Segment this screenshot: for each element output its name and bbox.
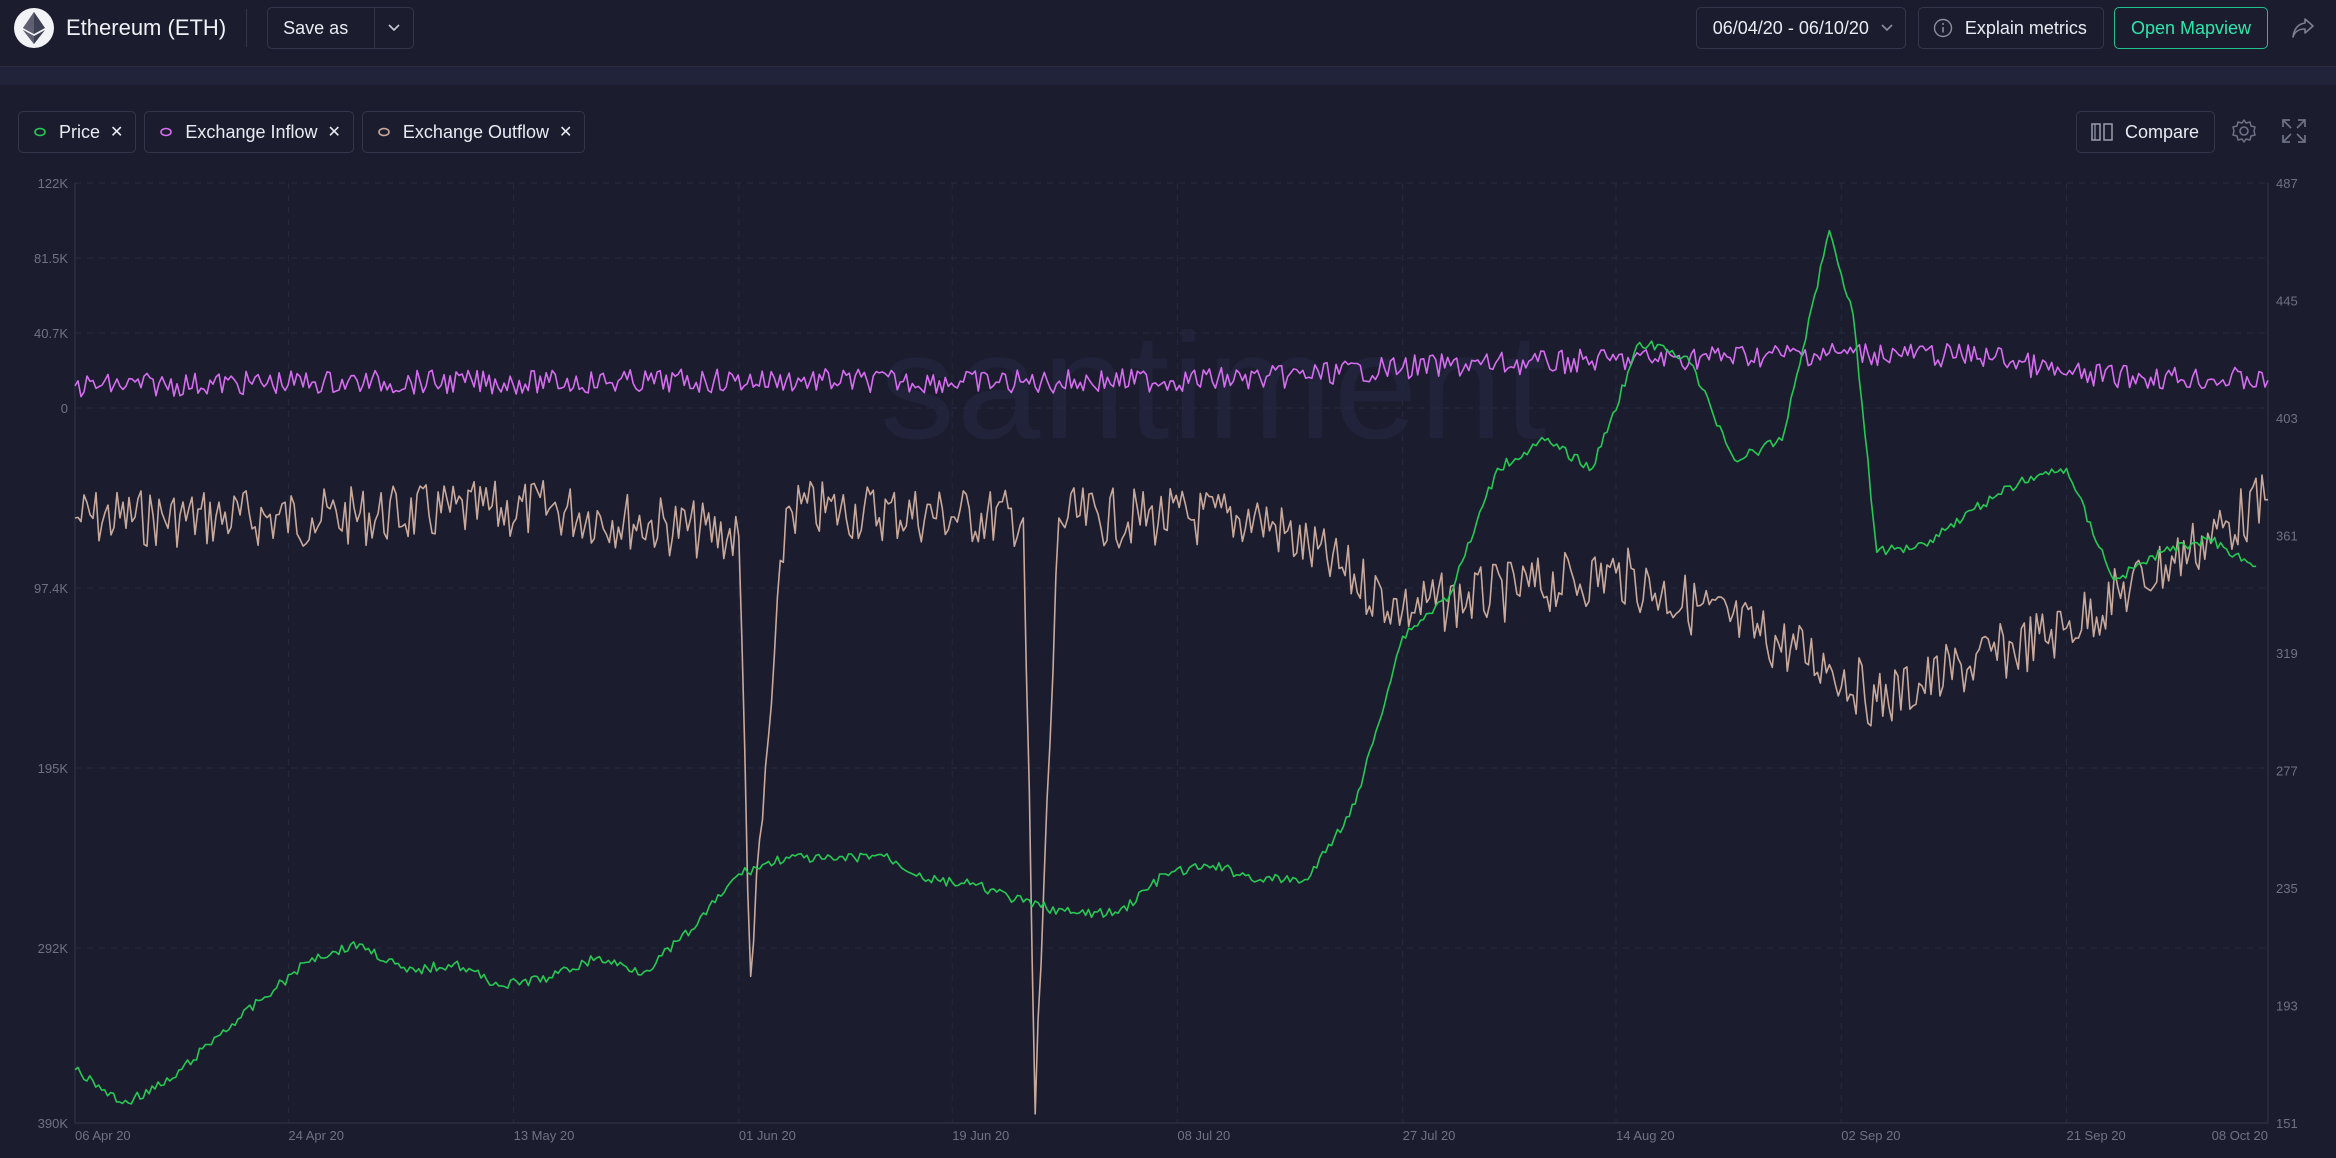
left-tick-label: 81.5K bbox=[34, 251, 68, 266]
right-tick-label: 151 bbox=[2276, 1116, 2298, 1131]
left-tick-label: 97.4K bbox=[34, 581, 68, 596]
metric-chip-label: Price bbox=[59, 121, 101, 142]
asset-selector[interactable]: Ethereum (ETH) bbox=[14, 8, 226, 48]
exchange-inflow-series-line bbox=[74, 342, 2269, 398]
header-bar: Ethereum (ETH) Save as 06/04/20 - 06/10/… bbox=[0, 0, 2336, 56]
close-icon[interactable]: ✕ bbox=[328, 122, 341, 142]
right-tick-label: 361 bbox=[2276, 529, 2298, 544]
left-tick-label: 292K bbox=[38, 941, 69, 956]
metric-chip-label: Exchange Outflow bbox=[402, 121, 550, 142]
save-as-control: Save as bbox=[267, 7, 415, 49]
metric-chip-price[interactable]: Price ✕ bbox=[18, 111, 137, 153]
exchange-outflow-series-line bbox=[74, 474, 2269, 1115]
explain-metrics-button[interactable]: Explain metrics bbox=[1917, 7, 2104, 49]
right-tick-label: 193 bbox=[2276, 999, 2298, 1014]
chevron-down-icon bbox=[1881, 24, 1893, 32]
toolbar-strip bbox=[0, 66, 2336, 85]
x-tick-label: 24 Apr 20 bbox=[288, 1128, 344, 1143]
explain-metrics-label: Explain metrics bbox=[1964, 17, 2087, 38]
x-tick-label: 08 Jul 20 bbox=[1177, 1128, 1230, 1143]
left-tick-label: 390K bbox=[38, 1116, 69, 1131]
date-range-label: 06/04/20 - 06/10/20 bbox=[1712, 17, 1869, 38]
grid bbox=[74, 182, 2269, 1124]
x-tick-label: 06 Apr 20 bbox=[75, 1128, 131, 1143]
right-tick-label: 403 bbox=[2276, 411, 2298, 426]
metric-chip-label: Exchange Inflow bbox=[185, 121, 318, 142]
right-tick-label: 319 bbox=[2276, 646, 2298, 661]
metrics-chart[interactable]: 06 Apr 20 24 Apr 20 13 May 20 01 Jun 20 19 J… bbox=[0, 170, 2336, 1158]
close-icon[interactable]: ✕ bbox=[110, 122, 123, 142]
compare-label: Compare bbox=[2125, 121, 2200, 142]
metric-chip-exchange-outflow[interactable]: Exchange Outflow ✕ bbox=[361, 111, 586, 153]
left-tick-label: 195K bbox=[38, 761, 69, 776]
series-dot-icon bbox=[378, 127, 390, 137]
series-dot-icon bbox=[160, 127, 173, 137]
x-tick-label: 13 May 20 bbox=[514, 1128, 575, 1143]
left-tick-label: 40.7K bbox=[34, 326, 68, 341]
x-tick-label: 08 Oct 20 bbox=[2212, 1128, 2268, 1143]
chevron-down-icon[interactable] bbox=[375, 24, 413, 32]
share-icon[interactable] bbox=[2288, 13, 2318, 43]
left-tick-label: 0 bbox=[61, 401, 68, 416]
series-dot-icon bbox=[34, 127, 46, 137]
x-tick-label: 27 Jul 20 bbox=[1403, 1128, 1456, 1143]
right-tick-label: 277 bbox=[2276, 764, 2298, 779]
compare-icon bbox=[2091, 122, 2113, 142]
info-icon bbox=[1933, 18, 1953, 38]
right-tick-label: 487 bbox=[2276, 176, 2298, 191]
x-tick-label: 02 Sep 20 bbox=[1841, 1128, 1900, 1143]
series-layer bbox=[74, 229, 2269, 1115]
gear-icon[interactable] bbox=[2230, 117, 2258, 145]
ethereum-logo-icon bbox=[14, 8, 54, 48]
metrics-bar: Price ✕ Exchange Inflow ✕ Exchange Outfl… bbox=[18, 111, 593, 153]
right-tick-label: 445 bbox=[2276, 294, 2298, 309]
save-as-button[interactable]: Save as bbox=[268, 18, 374, 39]
x-tick-label: 19 Jun 20 bbox=[952, 1128, 1009, 1143]
right-tick-label: 235 bbox=[2276, 881, 2298, 896]
close-icon[interactable]: ✕ bbox=[559, 122, 572, 142]
open-mapview-button[interactable]: Open Mapview bbox=[2113, 7, 2268, 49]
metric-chip-exchange-inflow[interactable]: Exchange Inflow ✕ bbox=[144, 111, 354, 153]
compare-button[interactable]: Compare bbox=[2076, 111, 2216, 153]
fullscreen-icon[interactable] bbox=[2281, 118, 2307, 144]
divider bbox=[246, 9, 248, 47]
asset-name: Ethereum (ETH) bbox=[66, 15, 227, 40]
date-range-picker[interactable]: 06/04/20 - 06/10/20 bbox=[1695, 7, 1906, 49]
x-tick-label: 01 Jun 20 bbox=[739, 1128, 796, 1143]
left-tick-label: 122K bbox=[38, 176, 69, 191]
x-tick-label: 21 Sep 20 bbox=[2066, 1128, 2125, 1143]
x-tick-label: 14 Aug 20 bbox=[1616, 1128, 1675, 1143]
